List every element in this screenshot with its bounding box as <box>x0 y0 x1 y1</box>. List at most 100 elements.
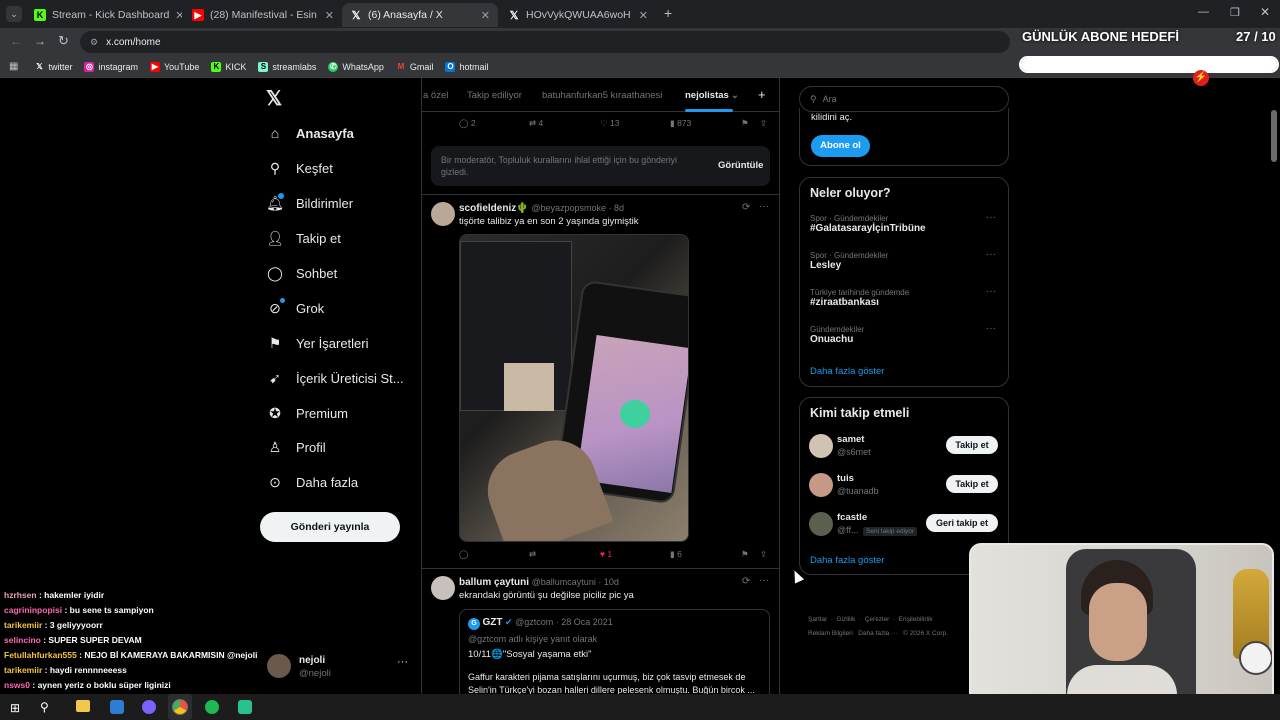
more-dots-icon[interactable]: ··· <box>986 286 996 297</box>
trend-item[interactable]: Spor · Gündemdekiler #GalatasarayİçinTrib… <box>810 212 1000 234</box>
suggested-user[interactable]: tuis @tuanadb Takip et <box>809 472 1001 500</box>
bookmark-youtube[interactable]: ▶ YouTube <box>149 61 199 72</box>
tab-private[interactable]: a özel <box>423 90 448 101</box>
windows-start-icon[interactable]: ⊞ <box>10 701 20 715</box>
taskbar-search-icon[interactable]: ⚲ <box>40 700 49 714</box>
forward-icon[interactable]: → <box>34 34 46 48</box>
sidebar-item-grok[interactable]: ⊘ Grok <box>266 299 324 317</box>
view-hidden-button[interactable]: Görüntüle <box>718 160 763 171</box>
repost-button[interactable]: ⇄ 4 <box>529 118 543 129</box>
close-icon[interactable]: ✕ <box>169 9 182 22</box>
more-dots-icon[interactable]: ··· <box>986 323 996 334</box>
close-icon[interactable]: ✕ <box>319 9 334 22</box>
trends-show-more[interactable]: Daha fazla göster <box>810 366 884 377</box>
add-tab-icon[interactable]: + <box>758 87 766 102</box>
site-info-icon[interactable]: ⚙ <box>90 37 98 48</box>
minimize-button[interactable]: — <box>1198 6 1209 18</box>
more-dots-icon[interactable]: ··· <box>759 201 769 212</box>
sidebar-item-keşfet[interactable]: ⚲ Keşfet <box>266 159 333 177</box>
follow-button[interactable]: Geri takip et <box>926 514 998 532</box>
bookmark-streamlabs[interactable]: Sstreamlabs <box>258 61 316 72</box>
more-dots-icon[interactable]: ··· <box>397 656 408 668</box>
sidebar-item-yer-i-şaretleri[interactable]: ⚑ Yer İşaretleri <box>266 334 369 352</box>
file-explorer-icon[interactable] <box>76 700 90 712</box>
footer-link[interactable]: Reklam Bilgileri <box>808 630 853 637</box>
search-input[interactable]: Ara <box>823 94 837 104</box>
sidebar-item-profil[interactable]: ♙ Profil <box>266 438 326 456</box>
post-button[interactable]: Gönderi yayınla <box>260 512 400 542</box>
tab-community[interactable]: batuhanfurkan5 kıraathanesi <box>542 90 662 101</box>
reply-button[interactable]: ◯ 2 <box>459 118 476 129</box>
views-button[interactable]: ▮ 6 <box>670 549 682 560</box>
bookmark-instagram[interactable]: ◎ instagram <box>84 61 138 72</box>
scrollbar-thumb[interactable] <box>1271 110 1277 162</box>
close-icon[interactable]: ✕ <box>475 9 490 22</box>
bookmark-gmail[interactable]: M Gmail <box>396 62 434 72</box>
repost-icon[interactable]: ⇄ <box>529 549 536 560</box>
tweet-image[interactable] <box>459 234 689 542</box>
trend-item[interactable]: Gündemdekiler Onuachu ··· <box>810 323 1000 345</box>
footer-link[interactable]: Erişilebilirlik <box>899 616 933 623</box>
back-icon[interactable]: ← <box>10 34 22 48</box>
tab-following[interactable]: Takip ediliyor <box>467 90 522 101</box>
reply-icon[interactable]: ◯ <box>459 549 469 560</box>
close-icon[interactable]: ✕ <box>633 9 648 22</box>
footer-link[interactable]: Çerezler <box>865 616 890 623</box>
tab-nejolistas[interactable]: nejolistas ⌄ <box>685 90 739 101</box>
suggested-user[interactable]: samet @s6met Takip et <box>809 433 1001 461</box>
subscribe-button[interactable]: Abone ol <box>811 135 870 157</box>
follow-button[interactable]: Takip et <box>946 436 998 454</box>
bookmark-icon[interactable]: ⚑ <box>741 549 749 560</box>
footer-link[interactable]: Gizlilik <box>837 616 856 623</box>
views-button[interactable]: ▮ 873 <box>670 118 691 129</box>
browser-tab[interactable]: K Stream - Kick Dashboard ✕ <box>26 3 182 27</box>
sidebar-item-sohbet[interactable]: ◯ Sohbet <box>266 264 337 282</box>
tweet-author[interactable]: scofieldeniz🌵 <box>459 203 529 214</box>
x-logo-icon[interactable]: 𝕏 <box>266 86 282 111</box>
sidebar-item-i-çerik-üreticisi-st-[interactable]: ➹ İçerik Üreticisi St... <box>266 369 404 387</box>
app-icon[interactable] <box>110 700 124 714</box>
bookmark-whatsapp[interactable]: ✆ WhatsApp <box>328 61 384 72</box>
apps-icon[interactable]: ▦ <box>9 61 18 72</box>
app-icon[interactable] <box>142 700 156 714</box>
more-dots-icon[interactable]: ··· <box>759 575 769 586</box>
like-button[interactable]: ♡ 13 <box>600 118 619 129</box>
restore-button[interactable]: ❐ <box>1230 6 1240 19</box>
more-dots-icon[interactable]: ··· <box>986 212 996 223</box>
grok-icon[interactable]: ⟳ <box>742 202 750 213</box>
new-tab-button[interactable]: + <box>664 5 672 21</box>
more-dots-icon[interactable]: ··· <box>986 249 996 260</box>
bookmark-hotmail[interactable]: Ohotmail <box>445 61 488 72</box>
follow-button[interactable]: Takip et <box>946 475 998 493</box>
bookmark-icon[interactable]: ⚑ <box>741 118 749 129</box>
bookmark-kick[interactable]: K KICK <box>211 61 246 72</box>
window-close-button[interactable]: ✕ <box>1260 5 1270 19</box>
spotify-icon[interactable] <box>205 700 219 714</box>
share-icon[interactable]: ⇪ <box>760 549 767 560</box>
reload-icon[interactable]: ↻ <box>58 33 69 49</box>
share-icon[interactable]: ⇪ <box>760 118 767 129</box>
browser-tab-active[interactable]: 𝕏 (6) Anasayfa / X ✕ <box>342 3 498 27</box>
sidebar-item-daha-fazla[interactable]: ⊙ Daha fazla <box>266 473 358 491</box>
app-icon[interactable] <box>238 700 252 714</box>
who-show-more[interactable]: Daha fazla göster <box>810 555 884 566</box>
footer-link[interactable]: Daha fazla ··· <box>858 630 897 637</box>
sidebar-item-premium[interactable]: ✪ Premium <box>266 404 348 422</box>
tweet[interactable]: scofieldeniz🌵 @beyazpopsmoke · 8d ⟳ ··· … <box>421 195 780 567</box>
browser-tab[interactable]: 𝕏 HOvVykQWUAA6woH (1536×2 ✕ <box>500 3 656 27</box>
address-bar[interactable]: ⚙ x.com/home <box>80 31 1010 53</box>
browser-tab[interactable]: ▶ (28) Manifestival - Esin Bahat In ✕ <box>184 3 342 27</box>
account-switcher[interactable]: nejoli @nejoli ··· <box>267 652 411 682</box>
tab-search-button[interactable]: ⌄ <box>6 6 22 22</box>
like-button[interactable]: ♥ 1 <box>600 549 612 559</box>
tweet[interactable]: ballum çaytuni @ballumcaytuni · 10d ⟳ ··… <box>421 569 780 694</box>
footer-link[interactable]: Şartlar <box>808 616 827 623</box>
suggested-user[interactable]: fcastle @ff... Seni takip ediyor Geri takip… <box>809 511 1001 539</box>
tweet-author[interactable]: ballum çaytuni <box>459 577 529 588</box>
grok-icon[interactable]: ⟳ <box>742 576 750 587</box>
bookmark-twitter[interactable]: 𝕏twitter <box>34 62 72 72</box>
quote-tweet[interactable]: G GZT ✔ @gztcom · 28 Oca 2021 @gztcom ad… <box>459 609 770 694</box>
sidebar-item-anasayfa[interactable]: ⌂ Anasayfa <box>266 124 354 142</box>
trend-item[interactable]: Türkiye tarihinde gündemde #ziraatbankası… <box>810 286 1000 308</box>
sidebar-item-takip-et[interactable]: 👤︎ Takip et <box>266 229 341 247</box>
